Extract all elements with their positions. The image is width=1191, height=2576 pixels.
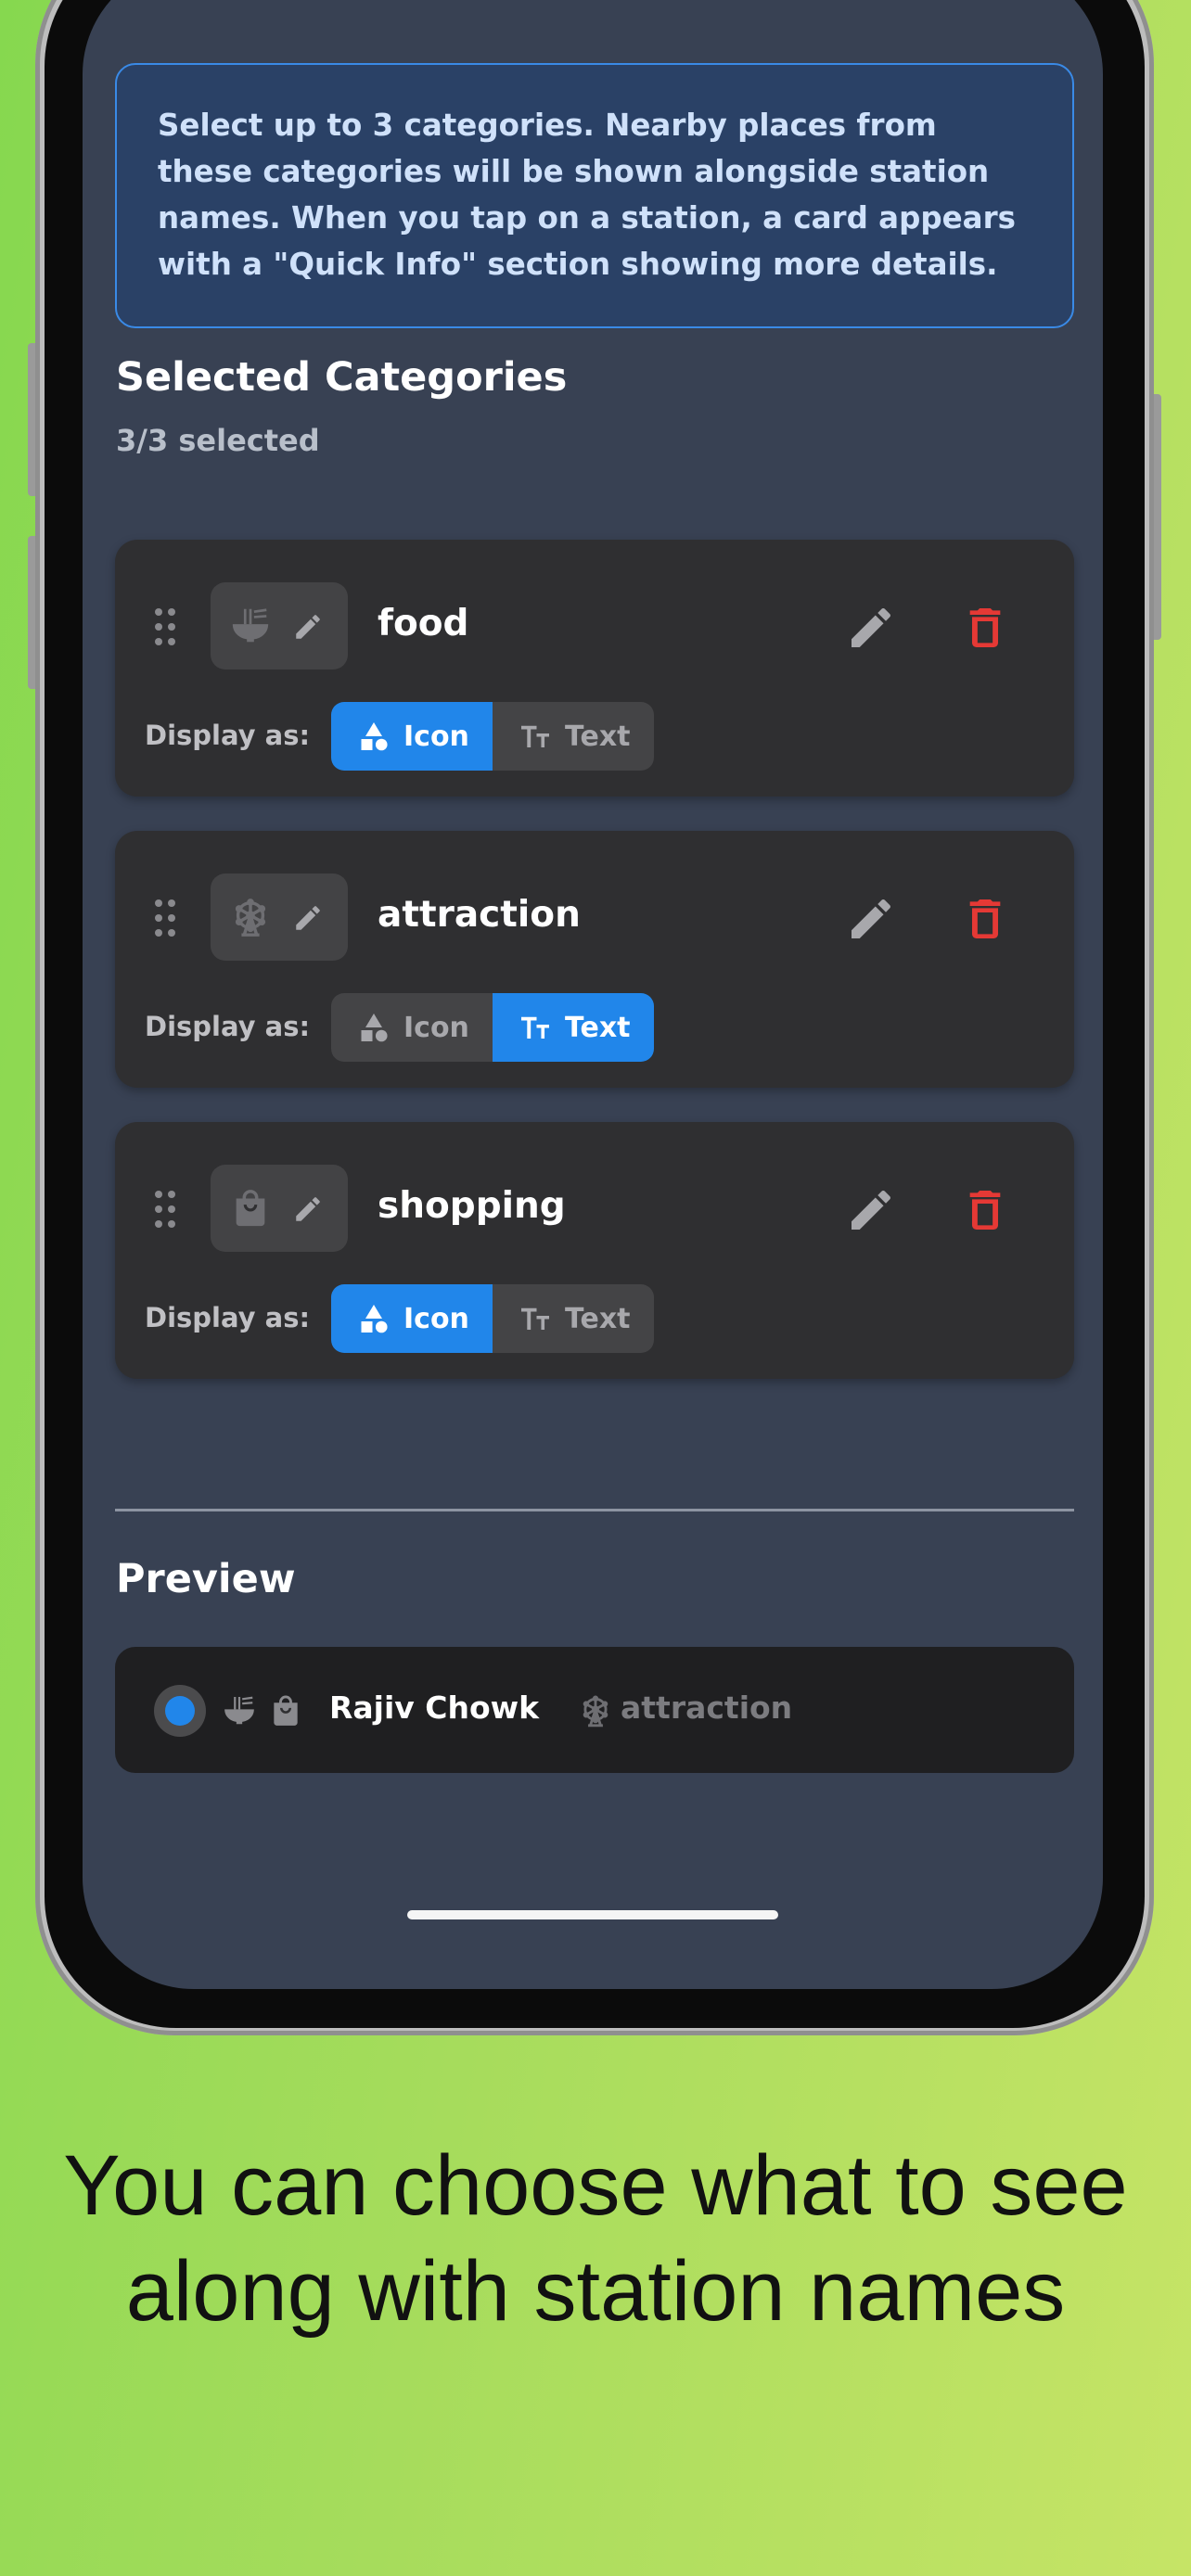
text-format-icon bbox=[519, 720, 552, 753]
ferris-wheel-icon bbox=[578, 1693, 613, 1728]
selection-count: 3/3 selected bbox=[116, 423, 320, 458]
pencil-icon bbox=[292, 611, 324, 643]
phone-screen: Select up to 3 categories. Nearby places… bbox=[83, 0, 1103, 1989]
drag-handle-icon[interactable] bbox=[153, 899, 177, 937]
shopping-bag-icon bbox=[229, 1187, 272, 1230]
icon-picker-button[interactable] bbox=[211, 874, 348, 961]
pencil-icon bbox=[292, 1193, 324, 1225]
selected-categories-title: Selected Categories bbox=[116, 354, 568, 401]
option-label: Icon bbox=[403, 1011, 469, 1044]
category-card-food: food Display as: Icon Text bbox=[115, 540, 1074, 797]
category-card-shopping: shopping Display as: Icon Text bbox=[115, 1122, 1074, 1379]
display-text-option[interactable]: Text bbox=[493, 993, 654, 1062]
delete-icon[interactable] bbox=[959, 893, 1011, 945]
display-text-option[interactable]: Text bbox=[493, 702, 654, 771]
noodle-bowl-icon bbox=[222, 1693, 257, 1728]
option-label: Text bbox=[565, 1011, 631, 1044]
delete-icon[interactable] bbox=[959, 602, 1011, 654]
drag-handle-icon[interactable] bbox=[153, 1190, 177, 1229]
section-divider bbox=[115, 1509, 1074, 1511]
option-label: Text bbox=[565, 720, 631, 753]
option-label: Icon bbox=[403, 720, 469, 753]
station-marker-icon bbox=[154, 1685, 206, 1737]
option-label: Icon bbox=[403, 1302, 469, 1335]
promo-caption: You can choose what to see along with st… bbox=[63, 2138, 1128, 2339]
display-icon-option[interactable]: Icon bbox=[331, 993, 493, 1062]
category-name: attraction bbox=[378, 894, 581, 936]
text-format-icon bbox=[519, 1302, 552, 1335]
delete-icon[interactable] bbox=[959, 1184, 1011, 1236]
pencil-icon bbox=[292, 902, 324, 934]
display-as-label: Display as: bbox=[145, 1302, 311, 1333]
drag-handle-icon[interactable] bbox=[153, 607, 177, 646]
attraction-text-label: attraction bbox=[621, 1690, 793, 1726]
info-text: Select up to 3 categories. Nearby places… bbox=[158, 108, 1016, 282]
text-format-icon bbox=[519, 1011, 552, 1044]
shapes-icon bbox=[357, 1011, 391, 1044]
icon-picker-button[interactable] bbox=[211, 582, 348, 670]
display-as-label: Display as: bbox=[145, 720, 311, 751]
category-card-attraction: attraction Display as: Icon Text bbox=[115, 831, 1074, 1088]
option-label: Text bbox=[565, 1302, 631, 1335]
noodle-bowl-icon bbox=[229, 605, 272, 647]
shapes-icon bbox=[357, 720, 391, 753]
display-text-option[interactable]: Text bbox=[493, 1284, 654, 1353]
station-preview: Rajiv Chowk attraction bbox=[115, 1647, 1074, 1773]
preview-title: Preview bbox=[116, 1556, 296, 1602]
category-name: food bbox=[378, 603, 469, 644]
station-name: Rajiv Chowk bbox=[329, 1690, 540, 1726]
edit-icon[interactable] bbox=[845, 1184, 897, 1236]
home-indicator bbox=[407, 1910, 778, 1919]
edit-icon[interactable] bbox=[845, 893, 897, 945]
edit-icon[interactable] bbox=[845, 602, 897, 654]
ferris-wheel-icon bbox=[229, 896, 272, 938]
display-icon-option[interactable]: Icon bbox=[331, 702, 493, 771]
display-as-label: Display as: bbox=[145, 1011, 311, 1042]
icon-picker-button[interactable] bbox=[211, 1165, 348, 1252]
display-icon-option[interactable]: Icon bbox=[331, 1284, 493, 1353]
shopping-bag-icon bbox=[268, 1693, 303, 1728]
info-banner: Select up to 3 categories. Nearby places… bbox=[115, 63, 1074, 328]
shapes-icon bbox=[357, 1302, 391, 1335]
category-name: shopping bbox=[378, 1185, 566, 1227]
